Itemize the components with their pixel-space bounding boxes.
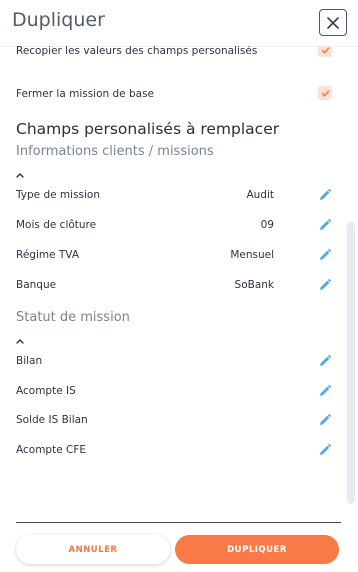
footer-divider: [16, 522, 341, 523]
group-title-statut: Statut de mission: [16, 310, 130, 325]
field-row-acompte-cfe: Acompte CFE: [16, 441, 332, 461]
field-row-solde-is-bilan: Solde IS Bilan: [16, 411, 332, 431]
pencil-icon[interactable]: [318, 384, 332, 398]
check-icon: [321, 89, 329, 97]
pencil-icon[interactable]: [318, 188, 332, 202]
field-label: Banque: [16, 279, 57, 291]
group-title-informations: Informations clients / missions: [16, 144, 214, 159]
option-close-mission[interactable]: Fermer la mission de base: [16, 86, 332, 106]
chevron-up-icon[interactable]: [16, 338, 24, 344]
field-row-type-mission: Type de mission Audit: [16, 186, 332, 206]
field-row-regime-tva: Régime TVA Mensuel: [16, 246, 332, 266]
pencil-icon[interactable]: [318, 443, 332, 457]
dialog-content[interactable]: Recopier les valeurs des champs personal…: [0, 46, 344, 518]
option-copy-values[interactable]: Recopier les valeurs des champs personal…: [16, 46, 332, 63]
pencil-icon[interactable]: [318, 278, 332, 292]
field-label: Mois de clôture: [16, 219, 97, 231]
section-title: Champs personalisés à remplacer: [16, 120, 280, 138]
scrollbar-thumb[interactable]: [347, 222, 355, 504]
field-label: Acompte IS: [16, 385, 76, 397]
pencil-icon[interactable]: [318, 413, 332, 427]
field-label: Type de mission: [16, 189, 100, 201]
field-label: Régime TVA: [16, 249, 79, 261]
option-label: Fermer la mission de base: [16, 88, 155, 100]
duplicate-button[interactable]: DUPLIQUER: [175, 535, 339, 564]
field-row-bilan: Bilan: [16, 352, 332, 372]
pencil-icon[interactable]: [318, 218, 332, 232]
field-row-acompte-is: Acompte IS: [16, 382, 332, 402]
close-icon: [327, 16, 339, 29]
field-value: SoBank: [234, 279, 274, 291]
check-icon: [321, 46, 329, 54]
pencil-icon[interactable]: [318, 354, 332, 368]
option-label: Recopier les valeurs des champs personal…: [16, 46, 258, 57]
checkbox-close-mission[interactable]: [318, 86, 332, 100]
field-value: Mensuel: [230, 249, 274, 261]
field-label: Acompte CFE: [16, 444, 87, 456]
field-row-mois-cloture: Mois de clôture 09: [16, 216, 332, 236]
field-label: Solde IS Bilan: [16, 414, 88, 426]
field-value: 09: [260, 219, 274, 231]
field-label: Bilan: [16, 355, 43, 367]
close-button[interactable]: [319, 9, 347, 36]
pencil-icon[interactable]: [318, 248, 332, 262]
dialog-title: Dupliquer: [12, 9, 105, 31]
checkbox-copy-values[interactable]: [318, 46, 332, 57]
dialog-header: Dupliquer: [0, 0, 358, 47]
chevron-up-icon[interactable]: [16, 172, 24, 178]
field-row-banque: Banque SoBank: [16, 276, 332, 296]
field-value: Audit: [246, 189, 274, 201]
cancel-button[interactable]: ANNULER: [16, 535, 170, 564]
